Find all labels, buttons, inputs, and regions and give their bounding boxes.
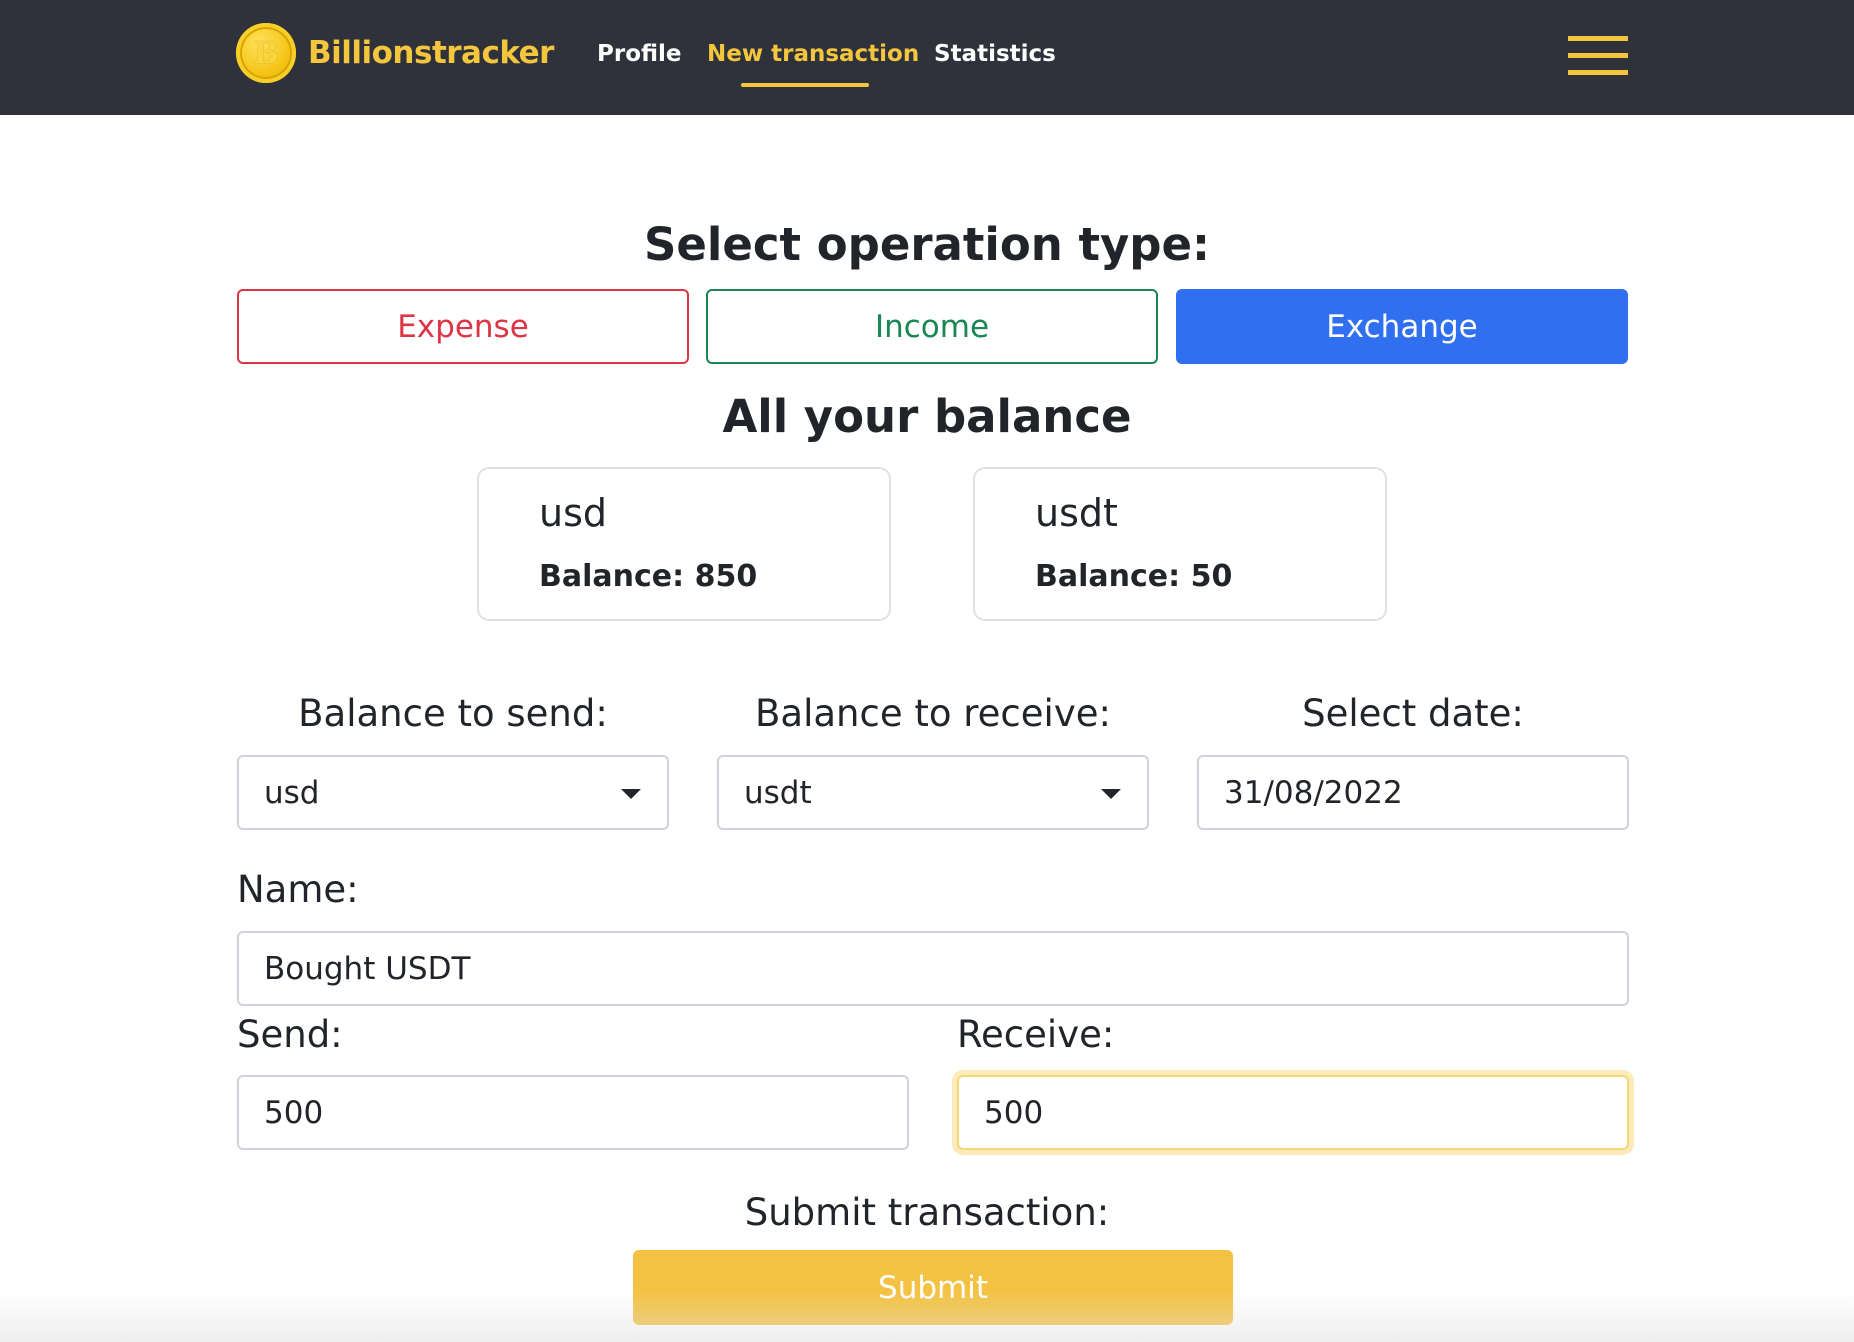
receive-amount-input[interactable]: 500 bbox=[957, 1075, 1629, 1150]
date-label: Select date: bbox=[1302, 692, 1524, 735]
hamburger-menu-icon[interactable] bbox=[1568, 36, 1628, 76]
date-input[interactable]: 31/08/2022 bbox=[1197, 755, 1629, 830]
receive-balance-select[interactable]: usdt bbox=[717, 755, 1149, 830]
receive-label: Receive: bbox=[957, 1013, 1115, 1056]
send-label: Send: bbox=[237, 1013, 343, 1056]
receive-balance-label: Balance to receive: bbox=[755, 692, 1111, 735]
date-value: 31/08/2022 bbox=[1224, 774, 1403, 811]
send-balance-label: Balance to send: bbox=[298, 692, 608, 735]
caret-down-icon bbox=[1101, 789, 1121, 799]
balance-card-currency: usdt bbox=[1035, 491, 1118, 535]
name-value: Bought USDT bbox=[264, 950, 471, 987]
balance-card-currency: usd bbox=[539, 491, 608, 535]
receive-amount-value: 500 bbox=[984, 1094, 1044, 1131]
submit-transaction-label: Submit transaction: bbox=[744, 1191, 1110, 1234]
brand-logo[interactable]: B Billionstracker bbox=[236, 22, 554, 84]
send-amount-input[interactable]: 500 bbox=[237, 1075, 909, 1150]
top-navbar: B Billionstracker Profile New transactio… bbox=[0, 0, 1854, 115]
bitcoin-coin-icon: B bbox=[236, 23, 296, 83]
operation-type-heading: Select operation type: bbox=[643, 218, 1211, 271]
balance-heading: All your balance bbox=[722, 390, 1132, 443]
exchange-button[interactable]: Exchange bbox=[1176, 289, 1628, 364]
nav-link-profile[interactable]: Profile bbox=[597, 36, 682, 72]
balance-card-usd: usd Balance: 850 bbox=[477, 467, 891, 621]
submit-button[interactable]: Submit bbox=[633, 1250, 1233, 1325]
caret-down-icon bbox=[621, 789, 641, 799]
receive-balance-value: usdt bbox=[744, 774, 812, 811]
nav-link-statistics[interactable]: Statistics bbox=[934, 36, 1056, 72]
balance-card-usdt: usdt Balance: 50 bbox=[973, 467, 1387, 621]
nav-link-new-transaction[interactable]: New transaction bbox=[707, 36, 919, 72]
send-amount-value: 500 bbox=[264, 1094, 324, 1131]
hamburger-bar bbox=[1568, 70, 1628, 75]
send-balance-value: usd bbox=[264, 774, 320, 811]
hamburger-bar bbox=[1568, 53, 1628, 58]
expense-button[interactable]: Expense bbox=[237, 289, 689, 364]
active-nav-underline bbox=[741, 83, 869, 87]
brand-name: Billionstracker bbox=[308, 35, 554, 71]
name-label: Name: bbox=[237, 868, 359, 911]
send-balance-select[interactable]: usd bbox=[237, 755, 669, 830]
balance-card-amount: Balance: 850 bbox=[539, 559, 758, 594]
balance-card-amount: Balance: 50 bbox=[1035, 559, 1233, 594]
income-button[interactable]: Income bbox=[706, 289, 1158, 364]
hamburger-bar bbox=[1568, 36, 1628, 41]
name-input[interactable]: Bought USDT bbox=[237, 931, 1629, 1006]
